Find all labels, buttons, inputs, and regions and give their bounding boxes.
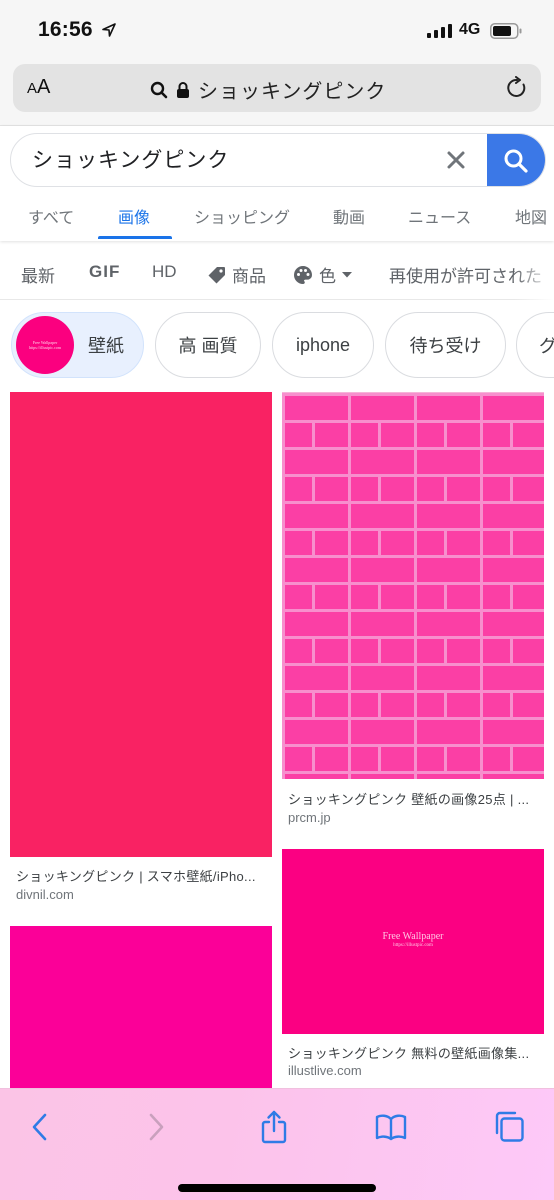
google-search-header: すべて 画像 ショッピング 動画 ニュース 地図 bbox=[0, 126, 554, 241]
filter-gif[interactable]: GIF bbox=[89, 262, 120, 282]
result-title[interactable]: ショッキングピンク 壁紙の画像25点 | ... bbox=[288, 789, 538, 808]
tab-videos[interactable]: 動画 bbox=[333, 204, 365, 228]
chevron-right-icon bbox=[149, 1113, 164, 1141]
tab-images[interactable]: 画像 bbox=[118, 204, 150, 228]
browser-top-chrome: 16:56 4G AA ショッキングピンク bbox=[0, 0, 554, 126]
thumb-url: https://illustpic.com bbox=[29, 345, 61, 350]
share-icon bbox=[261, 1110, 287, 1144]
result-source: divnil.com bbox=[16, 887, 74, 902]
result-image[interactable] bbox=[282, 392, 544, 779]
image-result[interactable]: ショッキングピンク | スマホ壁紙/iPho... divnil.com bbox=[10, 392, 272, 912]
book-icon bbox=[375, 1114, 407, 1141]
search-icon bbox=[150, 81, 168, 98]
active-tab-indicator bbox=[98, 236, 172, 239]
search-input[interactable] bbox=[32, 147, 412, 171]
status-bar: 16:56 4G bbox=[0, 14, 554, 48]
chip-thumbnail: Free Wallpaper https://illustpic.com bbox=[16, 316, 74, 374]
result-image[interactable]: Free Wallpaper https://illustpic.com bbox=[282, 849, 544, 1034]
related-search-chips: Free Wallpaper https://illustpic.com 壁紙 … bbox=[0, 311, 554, 379]
tab-shopping[interactable]: ショッピング bbox=[194, 204, 290, 228]
forward-button[interactable] bbox=[138, 1109, 174, 1145]
filter-recent[interactable]: 最新 bbox=[21, 262, 55, 287]
image-result[interactable] bbox=[10, 926, 272, 1088]
back-button[interactable] bbox=[22, 1109, 58, 1145]
image-filter-bar: 最新 GIF HD 商品 色 再使用が許可された bbox=[0, 246, 554, 300]
palette-icon bbox=[294, 265, 313, 284]
image-result[interactable]: Free Wallpaper https://illustpic.com ショッ… bbox=[282, 849, 544, 1084]
tabs-icon bbox=[495, 1111, 524, 1142]
status-time: 16:56 bbox=[38, 18, 93, 41]
chip-more[interactable]: グ bbox=[516, 312, 554, 378]
tab-all[interactable]: すべて bbox=[28, 204, 74, 228]
lock-icon bbox=[177, 81, 189, 98]
bookmarks-button[interactable] bbox=[373, 1109, 409, 1145]
wallpaper-url: https://illustpic.com bbox=[393, 943, 433, 948]
location-arrow-icon bbox=[102, 23, 116, 37]
tag-icon bbox=[208, 266, 225, 283]
reload-icon[interactable] bbox=[505, 76, 529, 100]
brick-texture bbox=[282, 393, 544, 779]
result-title[interactable]: ショッキングピンク | スマホ壁紙/iPho... bbox=[16, 866, 266, 885]
url-display[interactable]: ショッキングピンク bbox=[150, 75, 386, 104]
search-icon bbox=[504, 149, 528, 173]
result-title[interactable]: ショッキングピンク 無料の壁紙画像集... bbox=[288, 1043, 538, 1062]
battery-icon bbox=[490, 23, 522, 39]
tab-news[interactable]: ニュース bbox=[408, 204, 471, 228]
chevron-left-icon bbox=[32, 1113, 47, 1141]
tabs-button[interactable] bbox=[491, 1109, 527, 1145]
result-image[interactable] bbox=[10, 392, 272, 857]
search-type-tabs: すべて 画像 ショッピング 動画 ニュース 地図 bbox=[0, 198, 554, 240]
filter-color[interactable]: 色 bbox=[293, 262, 352, 287]
image-result[interactable]: ショッキングピンク 壁紙の画像25点 | ... prcm.jp bbox=[282, 392, 544, 832]
wallpaper-title: Free Wallpaper bbox=[382, 931, 444, 942]
chip-lockscreen[interactable]: 待ち受け bbox=[385, 312, 506, 378]
filter-products[interactable]: 商品 bbox=[208, 262, 266, 287]
tab-maps[interactable]: 地図 bbox=[515, 204, 547, 228]
clear-search-icon[interactable] bbox=[445, 149, 467, 171]
result-image[interactable] bbox=[10, 926, 272, 1088]
home-indicator[interactable] bbox=[178, 1184, 376, 1192]
search-submit-button[interactable] bbox=[487, 134, 545, 186]
chip-label: 壁紙 bbox=[88, 336, 124, 356]
url-text: ショッキングピンク bbox=[198, 81, 387, 103]
scroll-fade bbox=[514, 246, 554, 300]
network-type: 4G bbox=[459, 21, 481, 38]
reader-aa-button[interactable]: AA bbox=[27, 76, 50, 99]
search-box bbox=[10, 133, 546, 187]
filter-products-label: 商品 bbox=[232, 267, 266, 286]
chip-high-quality[interactable]: 高 画質 bbox=[155, 312, 261, 378]
safari-bottom-toolbar bbox=[0, 1088, 554, 1200]
dropdown-arrow-icon bbox=[342, 271, 352, 277]
chip-wallpaper[interactable]: Free Wallpaper https://illustpic.com 壁紙 bbox=[11, 312, 144, 378]
safari-address-bar[interactable]: AA ショッキングピンク bbox=[13, 64, 541, 112]
filter-hd[interactable]: HD bbox=[152, 262, 177, 282]
filter-color-label: 色 bbox=[319, 267, 336, 286]
result-source: illustlive.com bbox=[288, 1063, 362, 1078]
chip-iphone[interactable]: iphone bbox=[272, 312, 374, 378]
result-source: prcm.jp bbox=[288, 810, 331, 825]
share-button[interactable] bbox=[256, 1109, 292, 1145]
cellular-signal-icon bbox=[427, 24, 452, 38]
